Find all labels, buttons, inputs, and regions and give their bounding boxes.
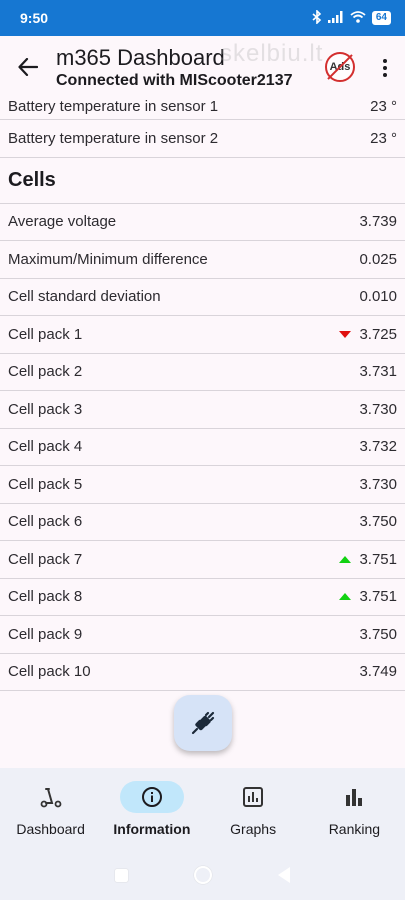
system-navigation-bar bbox=[0, 850, 405, 900]
row-value: 3.730 bbox=[359, 400, 397, 418]
row-value: 0.025 bbox=[359, 250, 397, 268]
arrow-up-icon bbox=[339, 555, 352, 563]
cell-row: Cell pack 5 3.730 bbox=[0, 466, 405, 504]
cell-row: Cell pack 3 3.730 bbox=[0, 391, 405, 429]
row-value: 3.730 bbox=[359, 475, 397, 493]
status-bar: 9:50 64 bbox=[0, 0, 405, 36]
row-value-wrap: 3.730 bbox=[359, 476, 397, 493]
info-list[interactable]: Battery temperature in sensor 1 23 ° Bat… bbox=[0, 98, 405, 768]
info-icon bbox=[141, 787, 162, 807]
row-value-wrap: 3.750 bbox=[359, 626, 397, 643]
nav-information[interactable]: Information bbox=[101, 768, 202, 850]
cell-row: Maximum/Minimum difference 0.025 bbox=[0, 241, 405, 279]
nav-label: Graphs bbox=[230, 821, 277, 837]
row-value: 3.749 bbox=[359, 663, 397, 681]
cell-row: Cell standard deviation 0.010 bbox=[0, 279, 405, 316]
row-value: 3.739 bbox=[359, 213, 397, 231]
row-label: Cell pack 1 bbox=[8, 325, 83, 343]
arrow-up-icon bbox=[339, 593, 352, 601]
cell-rows: Average voltage 3.739 Maximum/Minimum diff… bbox=[0, 204, 405, 691]
row-value-wrap: 3.751 bbox=[339, 588, 397, 605]
back-button[interactable] bbox=[0, 36, 56, 98]
bar-chart-icon bbox=[346, 789, 363, 806]
cell-row: Average voltage 3.739 bbox=[0, 204, 405, 241]
nav-label: Ranking bbox=[328, 821, 381, 837]
row-label: Cell standard deviation bbox=[8, 288, 161, 306]
row-label: Cell pack 4 bbox=[8, 438, 83, 456]
cell-row: Cell pack 4 3.732 bbox=[0, 429, 405, 466]
row-label: Cell pack 5 bbox=[8, 475, 83, 493]
wifi-icon bbox=[350, 10, 366, 26]
bottom-navigation: Dashboard Information Graphs Ranking bbox=[0, 768, 405, 850]
cell-row: Cell pack 8 3.751 bbox=[0, 579, 405, 616]
more-options-icon[interactable] bbox=[377, 54, 393, 82]
row-value-wrap: 3.731 bbox=[359, 363, 397, 380]
cell-row: Cell pack 1 3.725 bbox=[0, 316, 405, 354]
no-ads-button[interactable]: Ads bbox=[325, 52, 355, 82]
row-value-wrap: 0.010 bbox=[359, 288, 397, 305]
battery-icon: 64 bbox=[371, 11, 391, 25]
row-label: Cell pack 8 bbox=[8, 588, 83, 606]
row-label: Cell pack 6 bbox=[8, 513, 83, 531]
row-label: Cell pack 10 bbox=[8, 663, 91, 681]
nav-label: Information bbox=[113, 821, 191, 837]
row-label: Cell pack 2 bbox=[8, 363, 83, 381]
battery-temp-row-2: Battery temperature in sensor 2 23 ° bbox=[0, 120, 405, 158]
cell-row: Cell pack 2 3.731 bbox=[0, 354, 405, 391]
row-value-wrap: 0.025 bbox=[359, 251, 397, 268]
app-bar: m365 Dashboard Connected with MIScooter2… bbox=[0, 36, 405, 98]
arrow-left-icon bbox=[18, 58, 38, 76]
row-value: 3.731 bbox=[359, 363, 397, 381]
row-label: Cell pack 7 bbox=[8, 550, 83, 568]
row-value: 3.725 bbox=[359, 325, 397, 343]
status-icons: 64 bbox=[312, 8, 391, 27]
status-time: 9:50 bbox=[20, 10, 49, 26]
row-value: 23 ° bbox=[370, 98, 397, 115]
row-value: 3.750 bbox=[359, 625, 397, 643]
plug-disconnect-icon bbox=[191, 711, 215, 735]
row-label: Maximum/Minimum difference bbox=[8, 250, 208, 268]
battery-temp-row-1: Battery temperature in sensor 1 23 ° bbox=[0, 98, 405, 120]
row-label: Cell pack 3 bbox=[8, 400, 83, 418]
disconnect-button[interactable] bbox=[174, 695, 232, 751]
row-value: 0.010 bbox=[359, 288, 397, 306]
row-value-wrap: 3.751 bbox=[339, 551, 397, 568]
row-value: 3.750 bbox=[359, 513, 397, 531]
home-button[interactable] bbox=[194, 866, 212, 884]
watermark-logo: skelbiu.lt bbox=[220, 40, 324, 67]
row-label: Cell pack 9 bbox=[8, 625, 83, 643]
nav-dashboard[interactable]: Dashboard bbox=[0, 768, 101, 850]
row-label: Battery temperature in sensor 1 bbox=[8, 98, 219, 115]
row-value-wrap: 3.725 bbox=[339, 326, 397, 343]
row-value: 23 ° bbox=[370, 129, 397, 147]
signal-icon bbox=[327, 10, 344, 26]
row-value-wrap: 3.730 bbox=[359, 401, 397, 418]
cell-row: Cell pack 7 3.751 bbox=[0, 541, 405, 579]
row-value: 3.751 bbox=[359, 550, 397, 568]
recent-apps-button[interactable] bbox=[115, 868, 128, 882]
row-value-wrap: 3.732 bbox=[359, 438, 397, 455]
arrow-down-icon bbox=[339, 330, 352, 338]
cell-row: Cell pack 10 3.749 bbox=[0, 654, 405, 691]
section-heading-cells: Cells bbox=[0, 158, 405, 204]
row-value-wrap: 3.739 bbox=[359, 213, 397, 230]
row-label: Battery temperature in sensor 2 bbox=[8, 129, 219, 147]
system-back-button[interactable] bbox=[278, 867, 290, 883]
row-label: Average voltage bbox=[8, 213, 117, 231]
scooter-icon bbox=[40, 788, 62, 808]
nav-ranking[interactable]: Ranking bbox=[304, 768, 405, 850]
row-value: 3.732 bbox=[359, 438, 397, 456]
cell-row: Cell pack 6 3.750 bbox=[0, 504, 405, 541]
cell-row: Cell pack 9 3.750 bbox=[0, 616, 405, 654]
graph-icon bbox=[243, 787, 264, 807]
nav-label: Dashboard bbox=[16, 821, 85, 837]
ads-label: Ads bbox=[329, 61, 351, 73]
row-value-wrap: 3.750 bbox=[359, 513, 397, 530]
nav-graphs[interactable]: Graphs bbox=[203, 768, 304, 850]
row-value-wrap: 3.749 bbox=[359, 663, 397, 680]
bluetooth-icon bbox=[312, 8, 322, 27]
row-value: 3.751 bbox=[359, 588, 397, 606]
